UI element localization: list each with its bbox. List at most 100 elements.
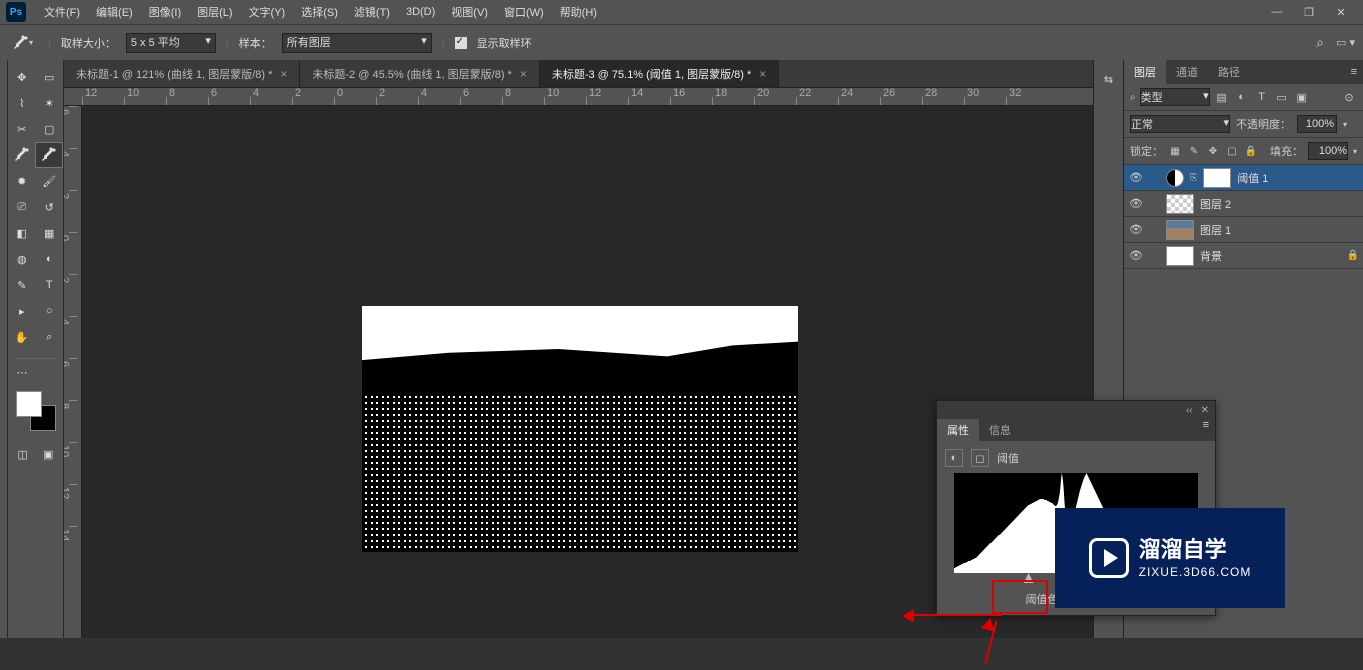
- window-close-icon[interactable]: ✕: [1333, 4, 1349, 20]
- visibility-icon[interactable]: 👁: [1128, 197, 1144, 210]
- layer-thumb[interactable]: [1166, 246, 1194, 266]
- filter-type-icon[interactable]: T: [1254, 89, 1270, 105]
- ruler-horizontal[interactable]: 1210864202468101214161820222426283032: [64, 88, 1093, 106]
- edit-toolbar-icon[interactable]: ⋯: [8, 359, 36, 385]
- blur-tool-icon[interactable]: ◍: [8, 246, 36, 272]
- filter-shape-icon[interactable]: ▭: [1274, 89, 1290, 105]
- path-select-tool-icon[interactable]: ▸: [8, 298, 36, 324]
- doc-tab-2[interactable]: 未标题-2 @ 45.5% (曲线 1, 图层蒙版/8) * ×: [300, 60, 539, 87]
- doc-tab-1[interactable]: 未标题-1 @ 121% (曲线 1, 图层蒙版/8) * ×: [64, 60, 300, 87]
- layer-name[interactable]: 背景: [1200, 248, 1341, 264]
- collapse-icon[interactable]: ‹‹: [1186, 405, 1193, 416]
- panel-menu-icon[interactable]: ≡: [1197, 419, 1215, 441]
- type-tool-icon[interactable]: T: [36, 272, 64, 298]
- menu-3d[interactable]: 3D(D): [398, 6, 443, 18]
- menu-layer[interactable]: 图层(L): [189, 4, 240, 20]
- visibility-icon[interactable]: 👁: [1128, 171, 1144, 184]
- color-sampler-tool-icon[interactable]: [35, 142, 63, 168]
- sample-target-select[interactable]: 所有图层 ▾: [282, 33, 432, 53]
- history-brush-tool-icon[interactable]: ↺: [36, 194, 64, 220]
- gradient-tool-icon[interactable]: ▦: [36, 220, 64, 246]
- menu-type[interactable]: 文字(Y): [241, 4, 294, 20]
- layer-name[interactable]: 图层 1: [1200, 222, 1359, 238]
- menu-image[interactable]: 图像(I): [141, 4, 189, 20]
- close-icon[interactable]: ×: [280, 67, 287, 81]
- menu-view[interactable]: 视图(V): [443, 4, 496, 20]
- sample-size-select[interactable]: 5 x 5 平均 ▾: [126, 33, 216, 53]
- layer-row[interactable]: 👁 图层 2: [1124, 191, 1363, 217]
- crop-tool-icon[interactable]: ✂: [8, 116, 36, 142]
- foreground-color-swatch[interactable]: [16, 391, 42, 417]
- zoom-tool-icon[interactable]: ⌕: [36, 324, 64, 350]
- panel-tab-info[interactable]: 信息: [979, 419, 1021, 441]
- screen-mode-icon[interactable]: ▣: [36, 441, 62, 467]
- layer-mask-thumb[interactable]: [1203, 168, 1231, 188]
- layer-row[interactable]: 👁 图层 1: [1124, 217, 1363, 243]
- lock-all-icon[interactable]: 🔒: [1244, 144, 1258, 158]
- window-minimize-icon[interactable]: —: [1269, 4, 1285, 20]
- lock-brush-icon[interactable]: ✎: [1187, 144, 1201, 158]
- adjustment-thumb-icon[interactable]: [1166, 169, 1184, 187]
- quick-select-tool-icon[interactable]: ✶: [36, 90, 64, 116]
- workspace-switcher-icon[interactable]: ▭ ▾: [1336, 36, 1355, 49]
- panel-tab-properties[interactable]: 属性: [937, 419, 979, 441]
- menu-help[interactable]: 帮助(H): [552, 4, 605, 20]
- visibility-icon[interactable]: 👁: [1128, 223, 1144, 236]
- eraser-tool-icon[interactable]: ◧: [8, 220, 36, 246]
- layer-thumb[interactable]: [1166, 220, 1194, 240]
- lock-pixels-icon[interactable]: ▦: [1168, 144, 1182, 158]
- panel-tab-channels[interactable]: 通道: [1166, 60, 1208, 84]
- visibility-icon[interactable]: 👁: [1128, 249, 1144, 262]
- filter-type-select[interactable]: 类型 ▾: [1140, 88, 1210, 106]
- filter-adjust-icon[interactable]: ◐: [1234, 89, 1250, 105]
- panel-menu-icon[interactable]: ≡: [1345, 66, 1363, 78]
- healing-brush-tool-icon[interactable]: ✹: [8, 168, 36, 194]
- show-sampling-ring-checkbox[interactable]: [455, 37, 467, 49]
- ruler-vertical[interactable]: 64202468101214: [64, 106, 82, 638]
- dodge-tool-icon[interactable]: ◐: [36, 246, 64, 272]
- brush-tool-icon[interactable]: 🖌: [36, 168, 64, 194]
- menu-edit[interactable]: 编辑(E): [88, 4, 141, 20]
- slider-thumb-icon[interactable]: [1024, 573, 1034, 583]
- opacity-input[interactable]: [1297, 115, 1337, 133]
- menu-filter[interactable]: 滤镜(T): [346, 4, 398, 20]
- current-tool-eyedropper-icon[interactable]: ▾: [8, 30, 38, 56]
- filter-pixel-icon[interactable]: ▤: [1214, 89, 1230, 105]
- close-icon[interactable]: ×: [759, 67, 766, 81]
- collapse-panel-icon[interactable]: ⇆: [1098, 68, 1120, 90]
- hand-tool-icon[interactable]: ✋: [8, 324, 36, 350]
- dock-handle-left[interactable]: [0, 60, 8, 638]
- search-icon[interactable]: ⌕: [1316, 34, 1324, 51]
- filter-toggle-icon[interactable]: ⊙: [1341, 89, 1357, 105]
- quick-mask-icon[interactable]: ◫: [10, 441, 36, 467]
- filter-smart-icon[interactable]: ▣: [1294, 89, 1310, 105]
- lasso-tool-icon[interactable]: ⌇: [8, 90, 36, 116]
- close-icon[interactable]: ✕: [1201, 405, 1209, 416]
- chevron-down-icon[interactable]: ▾: [1343, 120, 1347, 129]
- close-icon[interactable]: ×: [520, 67, 527, 81]
- link-icon[interactable]: ⎘: [1190, 172, 1197, 183]
- lock-artboard-icon[interactable]: ▢: [1225, 144, 1239, 158]
- layer-thumb[interactable]: [1166, 194, 1194, 214]
- layer-name[interactable]: 图层 2: [1200, 196, 1359, 212]
- lock-position-icon[interactable]: ✥: [1206, 144, 1220, 158]
- marquee-tool-icon[interactable]: ▭: [36, 64, 64, 90]
- doc-tab-3[interactable]: 未标题-3 @ 75.1% (阈值 1, 图层蒙版/8) * ×: [540, 60, 779, 87]
- layer-name[interactable]: 阈值 1: [1237, 170, 1359, 186]
- panel-tab-layers[interactable]: 图层: [1124, 60, 1166, 84]
- menu-window[interactable]: 窗口(W): [496, 4, 552, 20]
- blend-mode-select[interactable]: 正常 ▾: [1130, 115, 1230, 133]
- window-restore-icon[interactable]: ❐: [1301, 4, 1317, 20]
- menu-select[interactable]: 选择(S): [293, 4, 346, 20]
- move-tool-icon[interactable]: ✥: [8, 64, 36, 90]
- menu-file[interactable]: 文件(F): [36, 4, 88, 20]
- layer-row[interactable]: 👁 ⎘ 阈值 1: [1124, 165, 1363, 191]
- pen-tool-icon[interactable]: ✎: [8, 272, 36, 298]
- eyedropper-tool-icon[interactable]: [8, 142, 35, 168]
- layer-row[interactable]: 👁 背景 🔒: [1124, 243, 1363, 269]
- fill-input[interactable]: [1308, 142, 1348, 160]
- shape-tool-icon[interactable]: ○: [36, 298, 64, 324]
- color-swatches[interactable]: [16, 391, 56, 431]
- frame-tool-icon[interactable]: ▢: [36, 116, 64, 142]
- chevron-down-icon[interactable]: ▾: [1353, 147, 1357, 156]
